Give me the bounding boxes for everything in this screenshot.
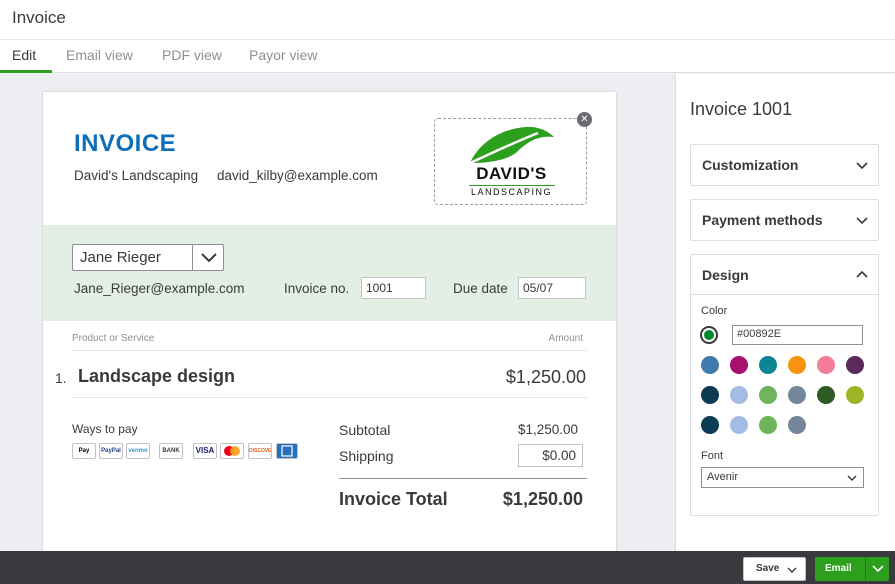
amex-icon (276, 443, 298, 459)
logo-name-text: DAVID'S (476, 164, 547, 183)
save-label: Save (756, 563, 780, 574)
font-value: Avenir (707, 471, 738, 483)
chevron-down-icon (201, 253, 217, 263)
invoice-no-label: Invoice no. (284, 281, 350, 296)
customization-section[interactable]: Customization (690, 144, 879, 186)
leaf-logo-icon (469, 126, 554, 165)
chevron-down-icon (872, 565, 884, 573)
chevron-down-icon (847, 475, 857, 481)
logo-divider (469, 185, 555, 186)
color-swatch[interactable] (788, 356, 806, 374)
view-tabs: Edit Email view PDF view Payor view (0, 40, 895, 73)
chevron-down-icon (787, 567, 797, 573)
section-label[interactable]: Design (702, 267, 749, 283)
font-select[interactable]: Avenir (701, 467, 864, 488)
business-name[interactable]: David's Landscaping (74, 168, 198, 183)
paypal-icon: PayPal (99, 443, 123, 459)
invoice-total-value: $1,250.00 (502, 489, 583, 509)
color-swatch[interactable] (846, 386, 864, 404)
shipping-label: Shipping (339, 448, 394, 464)
bank-icon: BANK (159, 443, 183, 459)
section-divider (691, 294, 878, 295)
page-title: Invoice (12, 8, 66, 27)
color-swatch[interactable] (846, 356, 864, 374)
panel-title: Invoice 1001 (690, 99, 793, 119)
top-bar: Invoice (0, 0, 895, 40)
logo-area[interactable]: DAVID'S LANDSCAPING (434, 118, 587, 205)
color-swatch[interactable] (730, 416, 748, 434)
section-label: Payment methods (702, 212, 823, 228)
shipping-input[interactable]: $0.00 (518, 444, 583, 467)
invoice-total-label: Invoice Total (339, 489, 448, 509)
close-icon[interactable]: ✕ (577, 112, 592, 127)
color-swatch[interactable] (701, 356, 719, 374)
color-swatch[interactable] (701, 386, 719, 404)
select-separator (192, 245, 193, 270)
customer-name: Jane Rieger (80, 249, 161, 266)
chevron-down-icon (856, 162, 868, 170)
mastercard-icon (220, 443, 244, 459)
tab-email-view[interactable]: Email view (66, 47, 133, 63)
logo-sub-text: LANDSCAPING (470, 187, 553, 197)
subtotal-value: $1,250.00 (517, 422, 578, 437)
visa-icon: VISA (193, 443, 217, 459)
tab-payor-view[interactable]: Payor view (249, 47, 317, 63)
tab-pdf-view[interactable]: PDF view (162, 47, 222, 63)
email-button[interactable]: Email (815, 557, 865, 581)
invoice-document: INVOICE David's Landscaping david_kilby@… (43, 92, 616, 552)
color-swatch[interactable] (759, 356, 777, 374)
color-swatch[interactable] (701, 416, 719, 434)
due-date-input[interactable]: 05/07 (518, 277, 586, 299)
color-swatch[interactable] (730, 356, 748, 374)
selected-color-swatch[interactable] (700, 326, 718, 344)
color-swatch[interactable] (788, 386, 806, 404)
color-label: Color (701, 305, 728, 317)
save-button[interactable]: Save (743, 557, 806, 581)
ways-to-pay-label: Ways to pay (72, 422, 138, 436)
color-hex-input[interactable]: #00892E (732, 325, 863, 345)
customer-email[interactable]: Jane_Rieger@example.com (74, 281, 245, 296)
business-email[interactable]: david_kilby@example.com (217, 168, 378, 183)
email-label: Email (825, 563, 852, 574)
color-swatch[interactable] (759, 416, 777, 434)
color-swatch[interactable] (817, 356, 835, 374)
tab-edit[interactable]: Edit (12, 47, 36, 63)
chevron-up-icon[interactable] (856, 270, 868, 280)
customer-band (43, 225, 616, 321)
discover-icon: DISCOVER (248, 443, 272, 459)
font-label: Font (701, 450, 724, 462)
chevron-down-icon (856, 217, 868, 225)
col-header-amount: Amount (548, 333, 583, 344)
invoice-heading: INVOICE (74, 130, 177, 157)
active-tab-indicator (0, 70, 52, 73)
due-date-label: Due date (453, 281, 508, 296)
color-swatch[interactable] (817, 386, 835, 404)
payment-methods-section[interactable]: Payment methods (690, 199, 879, 241)
email-options-button[interactable] (865, 557, 889, 581)
line-item-amount[interactable]: $1,250.00 (506, 367, 586, 388)
customer-select[interactable]: Jane Rieger (72, 244, 224, 271)
line-number: 1. (55, 370, 67, 386)
subtotal-label: Subtotal (339, 422, 391, 438)
color-swatch[interactable] (730, 386, 748, 404)
color-swatch[interactable] (788, 416, 806, 434)
invoice-no-input[interactable]: 1001 (361, 277, 426, 299)
color-swatch[interactable] (759, 386, 777, 404)
line-item-name[interactable]: Landscape design (78, 366, 235, 387)
venmo-icon: venmo (126, 443, 150, 459)
divider (72, 350, 587, 351)
divider (72, 397, 587, 398)
section-label: Customization (702, 157, 799, 173)
apple-pay-icon: Pay (72, 443, 96, 459)
total-divider (339, 478, 587, 479)
col-header-product: Product or Service (72, 333, 155, 344)
